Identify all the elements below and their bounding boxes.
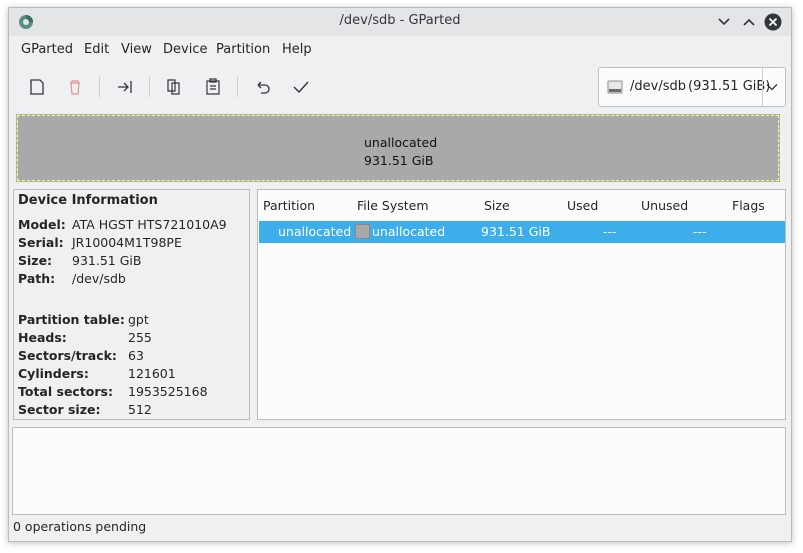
column-header-filesystem[interactable]: File System xyxy=(357,198,429,213)
toolbar-separator xyxy=(237,77,238,97)
total-sectors-value: 1953525168 xyxy=(128,384,208,399)
disk-map-unallocated[interactable]: unallocated 931.51 GiB xyxy=(16,114,780,182)
close-icon[interactable] xyxy=(764,13,782,31)
gparted-window: /dev/sdb - GParted GParted Edit View Dev… xyxy=(8,7,792,542)
size-label: Size: xyxy=(18,253,53,268)
path-value: /dev/sdb xyxy=(72,271,126,286)
device-info-panel: Device Information Model: ATA HGST HTS72… xyxy=(13,189,250,420)
heads-value: 255 xyxy=(128,330,152,345)
menu-help[interactable]: Help xyxy=(282,42,312,57)
sector-size-label: Sector size: xyxy=(18,402,101,417)
column-header-partition[interactable]: Partition xyxy=(263,198,315,213)
model-value: ATA HGST HTS721010A9 xyxy=(72,217,227,232)
cylinders-label: Cylinders: xyxy=(18,366,89,381)
resize-move-icon[interactable] xyxy=(113,75,137,99)
menu-gparted[interactable]: GParted xyxy=(21,42,73,57)
device-size: (931.51 GiB) xyxy=(688,79,771,94)
device-name: /dev/sdb xyxy=(630,79,686,94)
cell-used: --- xyxy=(603,224,617,239)
filesystem-color-swatch xyxy=(355,224,370,239)
delete-icon[interactable] xyxy=(63,75,87,99)
chevron-down-icon[interactable] xyxy=(766,81,778,93)
menu-partition[interactable]: Partition xyxy=(216,42,270,57)
menu-view[interactable]: View xyxy=(121,42,152,57)
cell-filesystem: unallocated xyxy=(372,224,446,239)
serial-label: Serial: xyxy=(18,235,64,250)
device-selector[interactable]: /dev/sdb (931.51 GiB) xyxy=(598,67,786,107)
status-bar: 0 operations pending xyxy=(13,519,147,534)
device-info-heading: Device Information xyxy=(18,193,158,208)
disk-map-size: 931.51 GiB xyxy=(364,153,434,168)
toolbar-separator xyxy=(99,77,100,97)
heads-label: Heads: xyxy=(18,330,67,345)
disk-map-fs: unallocated xyxy=(364,135,438,150)
model-label: Model: xyxy=(18,217,66,232)
disk-map-label: unallocated 931.51 GiB xyxy=(364,134,437,170)
disk-drive-icon xyxy=(607,80,623,94)
undo-icon[interactable] xyxy=(251,75,275,99)
menu-device[interactable]: Device xyxy=(163,42,207,57)
copy-icon[interactable] xyxy=(162,75,186,99)
title-bar: /dev/sdb - GParted xyxy=(9,8,791,36)
window-title: /dev/sdb - GParted xyxy=(339,13,461,28)
column-header-flags[interactable]: Flags xyxy=(732,198,765,213)
column-header-unused[interactable]: Unused xyxy=(641,198,688,213)
column-header-used[interactable]: Used xyxy=(567,198,598,213)
serial-value: JR10004M1T98PE xyxy=(72,235,182,250)
size-value: 931.51 GiB xyxy=(72,253,142,268)
apply-icon[interactable] xyxy=(289,75,313,99)
partition-table: Partition File System Size Used Unused F… xyxy=(257,189,786,420)
paste-icon[interactable] xyxy=(201,75,225,99)
path-label: Path: xyxy=(18,271,56,286)
sectors-track-value: 63 xyxy=(128,348,144,363)
menu-edit[interactable]: Edit xyxy=(84,42,109,57)
partition-table-label: Partition table: xyxy=(18,312,125,327)
total-sectors-label: Total sectors: xyxy=(18,384,113,399)
pending-operations-list[interactable] xyxy=(12,427,786,515)
cylinders-value: 121601 xyxy=(128,366,176,381)
cell-unused: --- xyxy=(693,224,707,239)
selector-divider xyxy=(762,68,763,106)
partition-table-value: gpt xyxy=(128,312,149,327)
minimize-icon[interactable] xyxy=(715,13,733,31)
column-header-size[interactable]: Size xyxy=(484,198,510,213)
toolbar-separator xyxy=(149,77,150,97)
new-icon[interactable] xyxy=(25,75,49,99)
sector-size-value: 512 xyxy=(128,402,152,417)
sectors-track-label: Sectors/track: xyxy=(18,348,117,363)
maximize-icon[interactable] xyxy=(740,13,758,31)
cell-size: 931.51 GiB xyxy=(481,224,551,239)
cell-partition: unallocated xyxy=(278,224,352,239)
table-row[interactable]: unallocated unallocated 931.51 GiB --- -… xyxy=(259,221,785,243)
menu-bar: GParted Edit View Device Partition Help xyxy=(9,36,791,64)
